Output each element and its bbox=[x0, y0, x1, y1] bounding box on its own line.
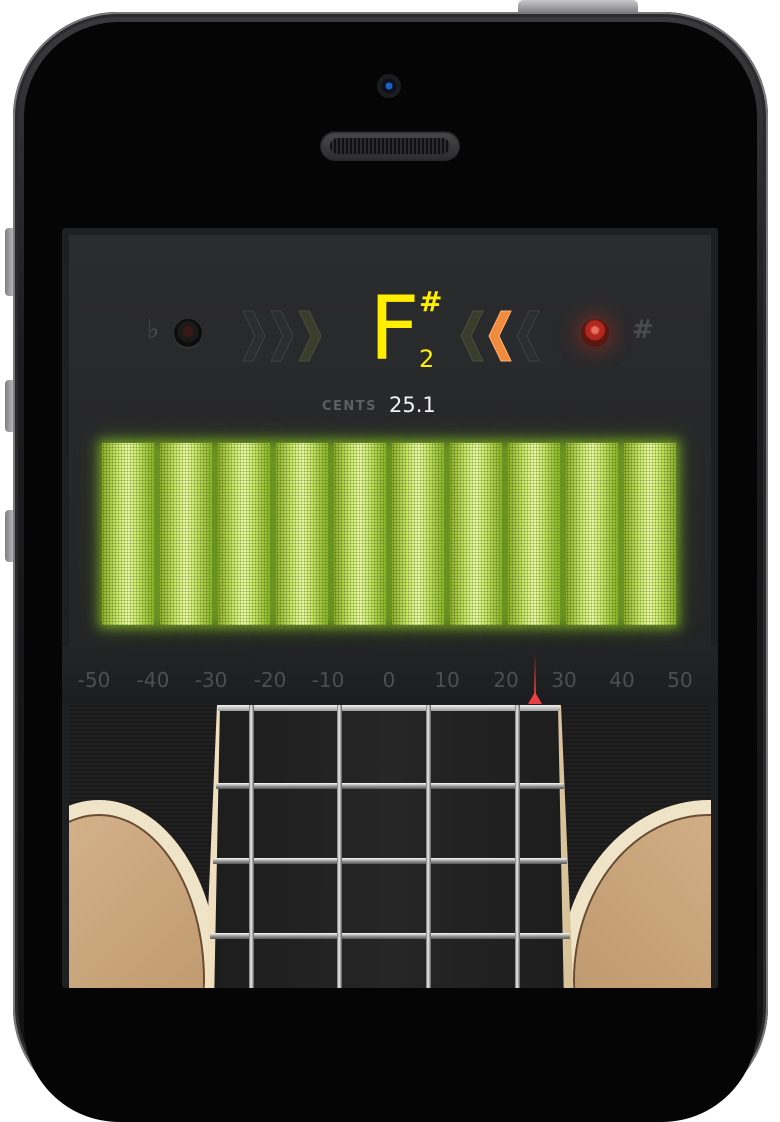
scale-label: -10 bbox=[311, 668, 345, 692]
chevron-right-icon bbox=[270, 310, 294, 362]
scale-label: 40 bbox=[609, 668, 635, 692]
meter-bar bbox=[566, 443, 618, 625]
guitar-string[interactable] bbox=[337, 705, 342, 988]
meter-bar bbox=[160, 443, 212, 625]
scale-label: 30 bbox=[551, 668, 577, 692]
cents-value: 25.1 bbox=[389, 393, 436, 417]
app-screen: ♭ F # 2 # CENTS 25.1 -50 -40 -30 -20 -10… bbox=[62, 228, 718, 988]
guitar-nut bbox=[218, 705, 560, 711]
scale-label: 10 bbox=[434, 668, 460, 692]
fret bbox=[213, 858, 567, 864]
guitar-string[interactable] bbox=[426, 705, 431, 988]
cents-scale: -50 -40 -30 -20 -10 0 10 20 30 40 50 bbox=[62, 646, 718, 704]
note-accidental: # bbox=[419, 285, 443, 318]
needle-pointer-icon bbox=[528, 692, 542, 704]
flat-indicator-led bbox=[174, 319, 202, 347]
meter-bar bbox=[218, 443, 270, 625]
guitar-string[interactable] bbox=[249, 705, 254, 988]
scale-label: -50 bbox=[77, 668, 111, 692]
guitar-body-right bbox=[559, 800, 711, 988]
meter-bar bbox=[508, 443, 560, 625]
scale-label: 50 bbox=[667, 668, 693, 692]
meter-bar bbox=[102, 443, 154, 625]
scale-label: 20 bbox=[493, 668, 519, 692]
note-octave: 2 bbox=[419, 345, 435, 373]
scale-label: -20 bbox=[253, 668, 287, 692]
chevron-left-active-icon bbox=[488, 310, 512, 362]
guitar-body-left bbox=[69, 800, 219, 988]
sharp-indicator-led bbox=[581, 319, 609, 347]
chevron-right-icon bbox=[298, 310, 322, 362]
guitar-neck-view bbox=[69, 705, 711, 988]
meter-bar bbox=[450, 443, 502, 625]
meter-bar bbox=[334, 443, 386, 625]
chevron-right-icon bbox=[242, 310, 266, 362]
meter-bar bbox=[276, 443, 328, 625]
front-camera bbox=[377, 74, 401, 98]
fret bbox=[216, 783, 564, 789]
scale-label: -40 bbox=[136, 668, 170, 692]
scale-label: 0 bbox=[382, 668, 396, 692]
meter-bar bbox=[392, 443, 444, 625]
note-letter: F bbox=[369, 277, 420, 380]
sharp-symbol: # bbox=[632, 315, 654, 345]
fretboard bbox=[214, 705, 564, 988]
earpiece-speaker bbox=[320, 131, 460, 161]
level-meter bbox=[102, 443, 680, 625]
meter-bar bbox=[624, 443, 676, 625]
chevron-left-icon bbox=[516, 310, 540, 362]
cents-label: CENTS bbox=[322, 399, 378, 414]
chevron-left-icon bbox=[460, 310, 484, 362]
flat-symbol: ♭ bbox=[147, 315, 160, 345]
guitar-string[interactable] bbox=[515, 705, 520, 988]
scale-label: -30 bbox=[194, 668, 228, 692]
tuner-panel: ♭ F # 2 # CENTS 25.1 bbox=[69, 235, 711, 647]
